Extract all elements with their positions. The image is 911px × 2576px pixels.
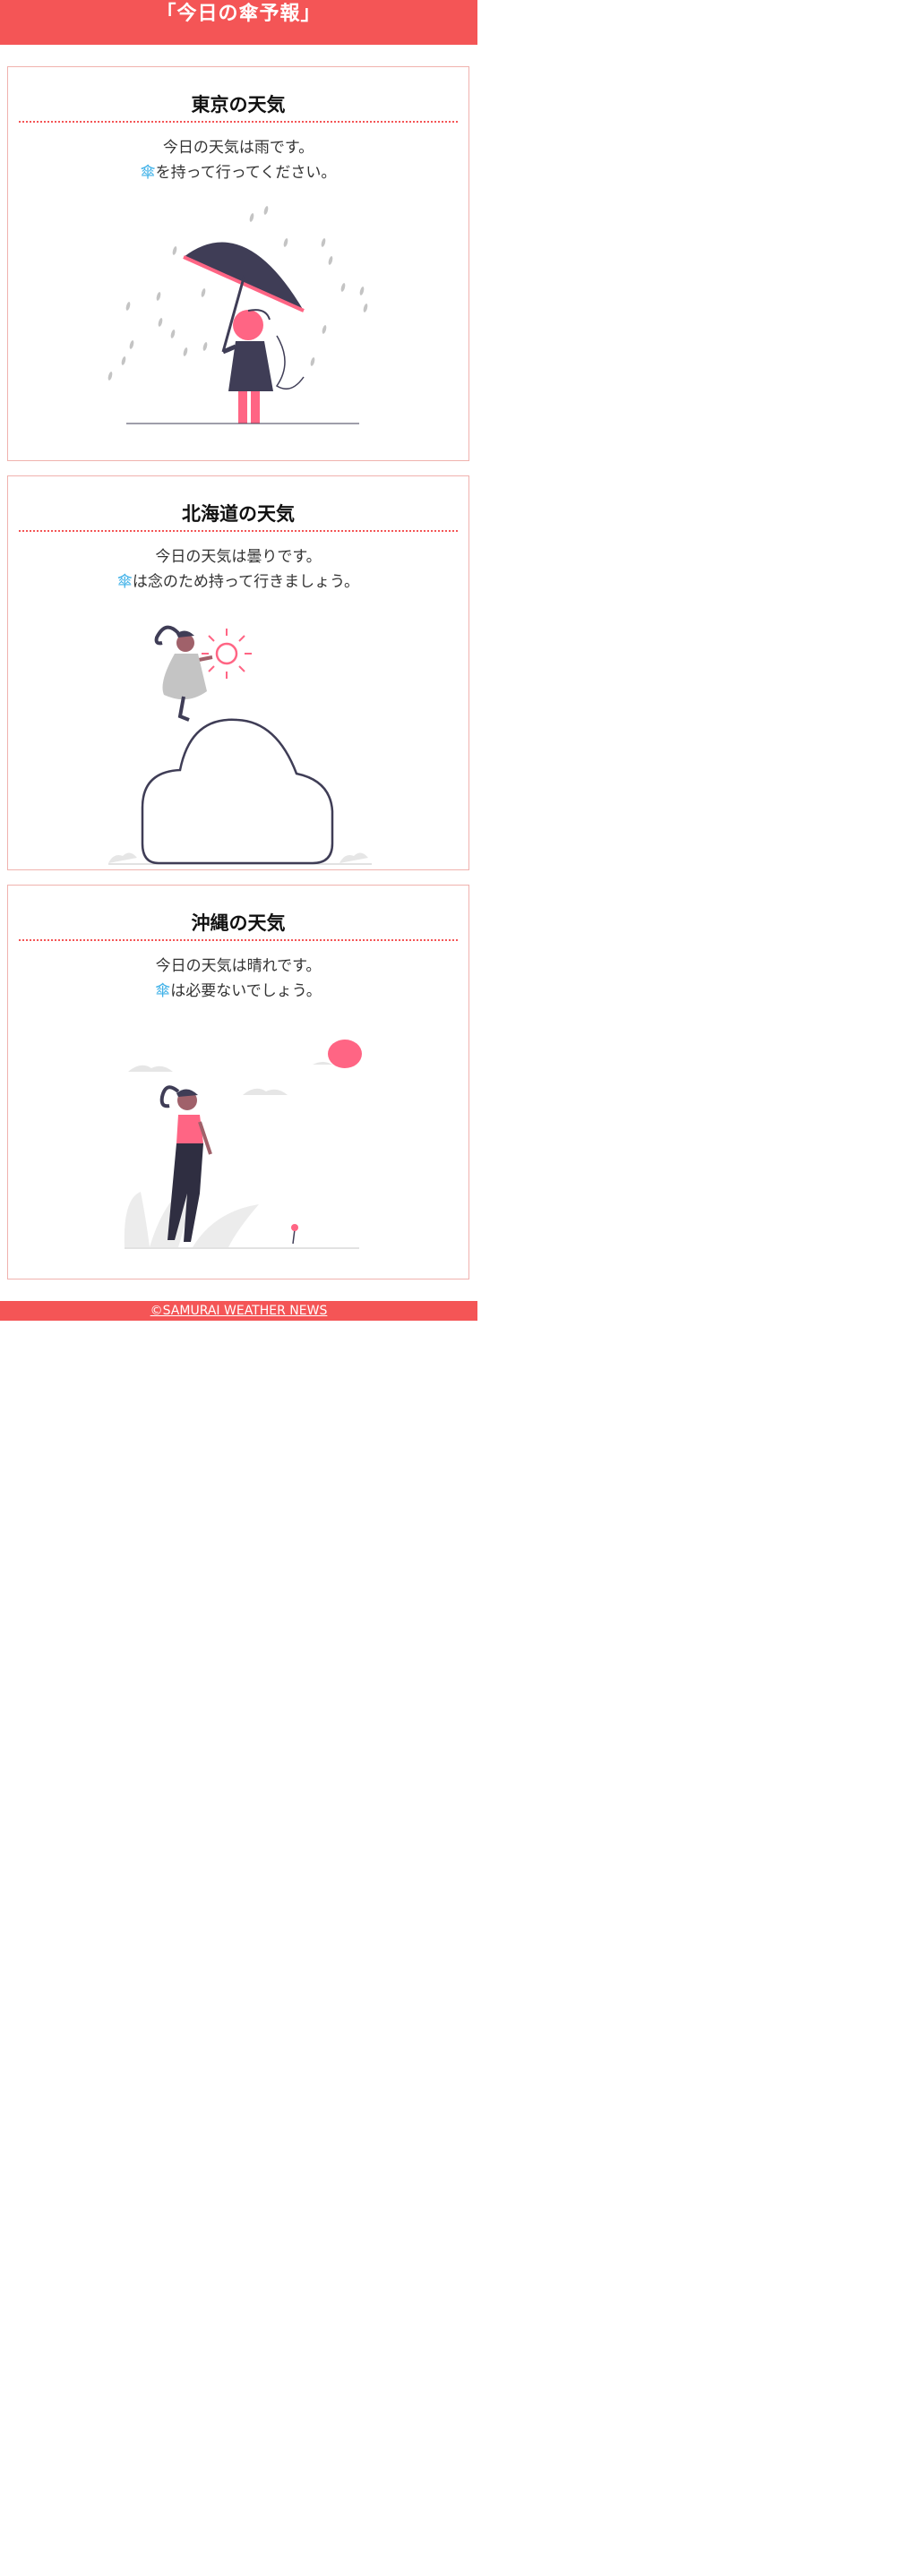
ground-bush-right <box>339 852 368 863</box>
page-title: 「今日の傘予報」 <box>156 3 322 25</box>
cloud-sun-illustration <box>108 625 372 865</box>
person-top <box>176 1115 203 1143</box>
rain-umbrella-illustration <box>107 206 368 424</box>
page: 「今日の傘予報」 東京の天気 今日の天気は雨です。 傘を持って行ってください。 <box>0 0 477 1321</box>
sunny-walk-illustration <box>124 1040 362 1249</box>
sun-icon <box>202 629 252 679</box>
page-header: 「今日の傘予報」 <box>0 0 477 45</box>
person-leg-right <box>251 391 260 424</box>
sun-icon <box>328 1040 362 1068</box>
headphone-cable <box>275 335 305 390</box>
cloud-icon-left <box>128 1065 173 1072</box>
cloud-small-right <box>313 1062 332 1065</box>
flower-icon <box>291 1224 298 1231</box>
weather-card-hokkaido: 北海道の天気 今日の天気は曇りです。 傘は念のため持って行きましょう。 <box>7 475 469 870</box>
leaf-shape-3 <box>193 1204 259 1247</box>
cloud-icon <box>141 718 334 865</box>
ground-bush-left <box>108 852 137 863</box>
person-head <box>233 310 263 340</box>
person-ponytail <box>159 1085 180 1108</box>
leaf-shape-1 <box>124 1192 150 1247</box>
person-ponytail <box>154 625 180 646</box>
person-pants <box>168 1143 203 1242</box>
weather-card-tokyo: 東京の天気 今日の天気は雨です。 傘を持って行ってください。 <box>7 66 469 461</box>
person-leg-left <box>238 391 247 424</box>
cloud-icon-middle <box>243 1088 288 1095</box>
copyright-link[interactable]: ©SAMURAI WEATHER NEWS <box>150 1304 328 1318</box>
weather-card-okinawa: 沖縄の天気 今日の天気は晴れです。 傘は必要ないでしょう。 <box>7 885 469 1279</box>
person-legs <box>177 696 190 722</box>
page-footer: ©SAMURAI WEATHER NEWS <box>0 1301 477 1321</box>
flower-stem <box>292 1228 296 1245</box>
